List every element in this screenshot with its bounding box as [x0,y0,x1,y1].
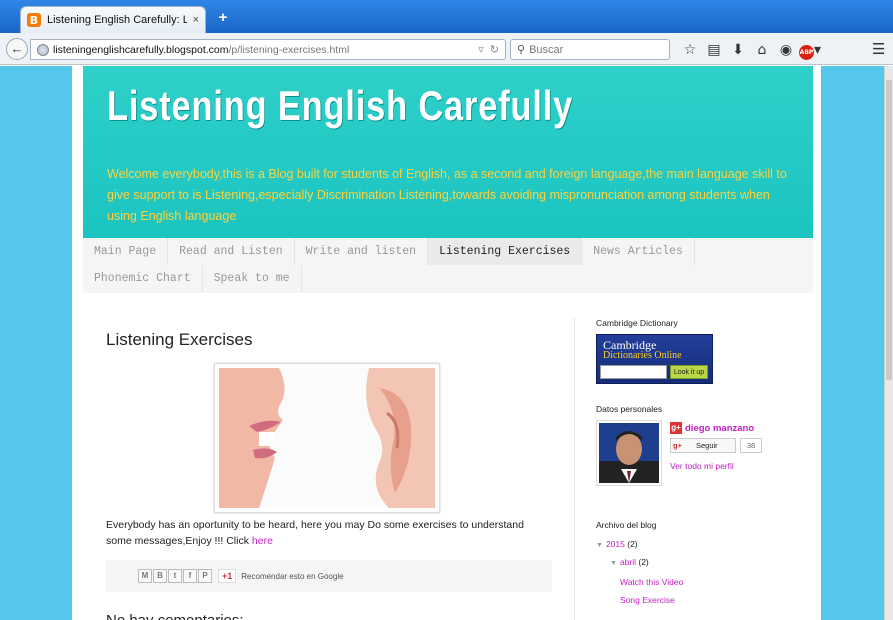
follower-count: 38 [740,438,762,453]
page-scrollbar[interactable] [884,66,893,620]
search-icon: ⚲ [517,44,526,56]
dictionary-search-input[interactable] [600,365,667,379]
close-tab-icon[interactable]: × [193,14,199,26]
archive-month-link[interactable]: abril [620,557,636,567]
archive-widget-title: Archivo del blog [596,520,657,530]
archive-year-link[interactable]: 2015 [606,539,625,549]
dictionary-widget-title: Cambridge Dictionary [596,318,678,328]
download-icon[interactable]: ⬇ [726,40,750,60]
blog-header: Listening English Carefully Welcome ever… [83,66,813,238]
google-plus-small-icon: g+ [673,441,682,450]
expand-triangle-icon[interactable]: ▼ [596,542,603,549]
blog-description: Welcome everybody,this is a Blog built f… [107,167,787,223]
tab-phonemic-chart[interactable]: Phonemic Chart [83,265,203,292]
pinterest-share-icon[interactable]: P [198,569,212,583]
archive-month-row: ▼ abril (2) [596,554,683,572]
reload-icon[interactable]: ↻ [490,43,499,56]
archive-year-row: ▼ 2015 (2) [596,536,683,554]
adblock-icon[interactable]: ABP▾ [798,40,822,60]
share-bar: M B t f P +1 Recomendar esto en Google [106,560,552,592]
page-tabs: Main Page Read and Listen Write and list… [83,238,813,293]
archive-year-count: (2) [627,539,638,549]
post: Listening Exercises Everybody has an opo… [106,320,552,620]
profile-widget-title: Datos personales [596,404,663,414]
address-bar[interactable]: listeningenglishcarefully.blogspot.com/p… [30,39,506,60]
avatar[interactable] [596,420,662,486]
follow-button[interactable]: g+ Seguir [670,438,736,453]
archive-post-link[interactable]: Watch this Video [620,574,683,590]
twitter-share-icon[interactable]: t [168,569,182,583]
post-body: Everybody has an oportunity to be heard,… [106,517,552,549]
browser-tab-bar: B Listening English Carefully: Lis... × … [0,0,893,33]
email-share-icon[interactable]: M [138,569,152,583]
share-text: Recomendar esto en Google [241,571,344,581]
globe-icon [37,43,49,56]
tab-write-and-listen[interactable]: Write and listen [295,238,429,265]
profile-name-link[interactable]: diego manzano [685,423,754,434]
back-button[interactable]: ← [6,38,28,60]
google-plus-button[interactable]: +1 [218,569,237,583]
cambridge-subbrand: Dictionaries Online [603,350,682,361]
view-profile-link[interactable]: Ver todo mi perfil [670,461,734,471]
expand-triangle-icon[interactable]: ▼ [610,560,617,567]
search-placeholder: Buscar [529,43,564,56]
archive-month-count: (2) [638,557,649,567]
profile-name-row: g+ diego manzano [670,422,754,434]
dropdown-arrow-icon[interactable]: ▿ [478,43,484,56]
chat-icon[interactable]: ◉ [774,40,798,60]
url-path: /p/listening-exercises.html [228,43,350,56]
scrollbar-thumb[interactable] [886,80,892,380]
blog-share-icon[interactable]: B [153,569,167,583]
cambridge-dictionary-widget: Cambridge Dictionaries Online Look it up [596,334,713,384]
facebook-share-icon[interactable]: f [183,569,197,583]
tab-speak-to-me[interactable]: Speak to me [203,265,302,292]
post-body-text: Everybody has an oportunity to be heard,… [106,519,524,547]
google-plus-icon: g+ [670,422,682,434]
blog-archive: ▼ 2015 (2) ▼ abril (2) Watch this Video So… [596,536,683,608]
sidebar: Cambridge Dictionary Cambridge Dictionar… [596,318,796,605]
tab-news-articles[interactable]: News Articles [582,238,695,265]
tab-listening-exercises[interactable]: Listening Exercises [428,238,583,265]
follow-label: Seguir [695,441,718,450]
browser-nav-bar: ← listeningenglishcarefully.blogspot.com… [0,33,893,65]
look-it-up-button[interactable]: Look it up [670,365,708,379]
archive-post-link[interactable]: Song Exercise [620,592,683,608]
menu-icon[interactable]: ☰ [872,40,885,58]
search-input[interactable]: ⚲ Buscar [510,39,670,60]
bookmark-star-icon[interactable]: ☆ [678,40,702,60]
new-tab-button[interactable]: + [212,8,234,28]
post-image [214,363,440,513]
url-host: listeningenglishcarefully.blogspot.com [53,43,229,56]
archive-posts: Watch this Video Song Exercise [596,574,683,608]
column-divider [574,318,575,620]
page-viewport: Listening English Carefully Welcome ever… [0,66,884,620]
here-link[interactable]: here [252,535,273,547]
tab-main-page[interactable]: Main Page [83,238,169,265]
tab-read-and-listen[interactable]: Read and Listen [168,238,295,265]
home-icon[interactable]: ⌂ [750,40,774,60]
blog-title[interactable]: Listening English Carefully [107,82,573,130]
comments-title: No hay comentarios: [106,612,244,620]
post-title: Listening Exercises [106,330,253,349]
blogger-icon: B [27,13,41,27]
browser-tab[interactable]: B Listening English Carefully: Lis... × [20,6,206,33]
follow-row: g+ Seguir 38 [670,438,762,453]
bookmarks-list-icon[interactable]: ▤ [702,40,726,60]
tab-title: Listening English Carefully: Lis... [47,14,187,26]
